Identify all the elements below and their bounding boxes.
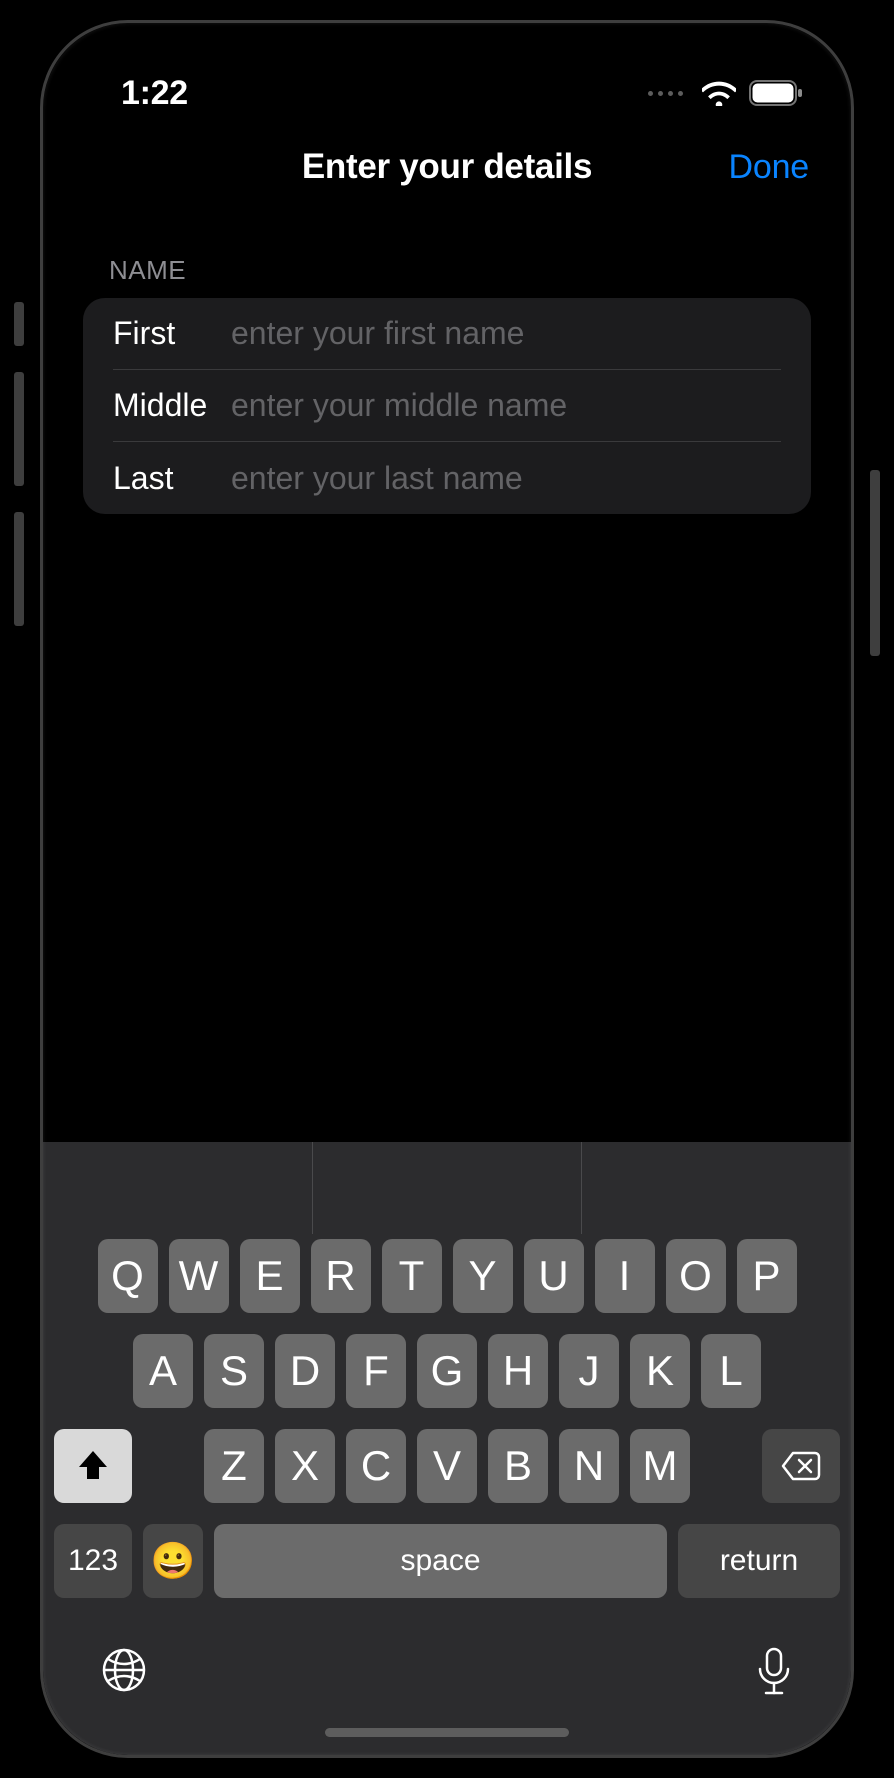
key-y[interactable]: Y bbox=[453, 1239, 513, 1313]
middle-name-input[interactable] bbox=[231, 387, 781, 424]
keyboard-row-1: QWERTYUIOP bbox=[48, 1239, 846, 1313]
cellular-dots-icon bbox=[648, 91, 683, 96]
phone-side-button-vol-up bbox=[14, 372, 24, 486]
key-n[interactable]: N bbox=[559, 1429, 619, 1503]
phone-side-button-silent bbox=[14, 302, 24, 346]
keyboard-row-2: ASDFGHJKL bbox=[48, 1334, 846, 1408]
emoji-key[interactable]: 😀 bbox=[143, 1524, 203, 1598]
shift-key[interactable] bbox=[54, 1429, 132, 1503]
key-a[interactable]: A bbox=[133, 1334, 193, 1408]
suggestion-slot-3[interactable] bbox=[582, 1142, 851, 1234]
wifi-icon bbox=[702, 81, 736, 106]
phone-side-button-vol-down bbox=[14, 512, 24, 626]
battery-icon bbox=[749, 80, 803, 106]
key-r[interactable]: R bbox=[311, 1239, 371, 1313]
section-header-name: NAME bbox=[109, 255, 851, 286]
emoji-icon: 😀 bbox=[151, 1540, 196, 1582]
key-e[interactable]: E bbox=[240, 1239, 300, 1313]
done-button[interactable]: Done bbox=[729, 148, 809, 187]
key-u[interactable]: U bbox=[524, 1239, 584, 1313]
page-title: Enter your details bbox=[302, 147, 592, 187]
return-key[interactable]: return bbox=[678, 1524, 840, 1598]
key-l[interactable]: L bbox=[701, 1334, 761, 1408]
last-name-label: Last bbox=[113, 460, 231, 497]
first-name-label: First bbox=[113, 315, 231, 352]
key-k[interactable]: K bbox=[630, 1334, 690, 1408]
key-m[interactable]: M bbox=[630, 1429, 690, 1503]
key-b[interactable]: B bbox=[488, 1429, 548, 1503]
key-j[interactable]: J bbox=[559, 1334, 619, 1408]
key-t[interactable]: T bbox=[382, 1239, 442, 1313]
key-s[interactable]: S bbox=[204, 1334, 264, 1408]
numbers-key[interactable]: 123 bbox=[54, 1524, 132, 1598]
key-c[interactable]: C bbox=[346, 1429, 406, 1503]
key-v[interactable]: V bbox=[417, 1429, 477, 1503]
backspace-key[interactable] bbox=[762, 1429, 840, 1503]
name-form-card: First Middle Last bbox=[83, 298, 811, 514]
middle-name-row: Middle bbox=[113, 370, 781, 442]
key-g[interactable]: G bbox=[417, 1334, 477, 1408]
keyboard-suggestion-bar bbox=[43, 1142, 851, 1234]
suggestion-slot-1[interactable] bbox=[43, 1142, 313, 1234]
key-z[interactable]: Z bbox=[204, 1429, 264, 1503]
suggestion-slot-2[interactable] bbox=[313, 1142, 583, 1234]
globe-icon[interactable] bbox=[101, 1647, 147, 1693]
middle-name-label: Middle bbox=[113, 387, 231, 424]
backspace-icon bbox=[781, 1451, 821, 1481]
key-d[interactable]: D bbox=[275, 1334, 335, 1408]
key-h[interactable]: H bbox=[488, 1334, 548, 1408]
home-indicator[interactable] bbox=[325, 1728, 569, 1737]
key-p[interactable]: P bbox=[737, 1239, 797, 1313]
software-keyboard: QWERTYUIOP ASDFGHJKL ZXCVBNM 123 bbox=[43, 1142, 851, 1755]
space-key[interactable]: space bbox=[214, 1524, 667, 1598]
phone-side-button-power bbox=[870, 470, 880, 656]
keyboard-row-3: ZXCVBNM bbox=[48, 1429, 846, 1503]
phone-frame: 1:22 Enter your details Done NAME First … bbox=[40, 20, 854, 1758]
key-i[interactable]: I bbox=[595, 1239, 655, 1313]
status-indicators bbox=[648, 80, 803, 106]
key-w[interactable]: W bbox=[169, 1239, 229, 1313]
shift-icon bbox=[76, 1449, 110, 1483]
dictation-mic-icon[interactable] bbox=[755, 1647, 793, 1697]
first-name-input[interactable] bbox=[231, 315, 781, 352]
last-name-row: Last bbox=[113, 442, 781, 514]
status-time: 1:22 bbox=[121, 74, 188, 113]
keyboard-row-bottom: 123 😀 space return bbox=[48, 1524, 846, 1598]
status-bar: 1:22 bbox=[43, 23, 851, 123]
navigation-bar: Enter your details Done bbox=[43, 123, 851, 211]
keyboard-footer bbox=[43, 1619, 851, 1697]
key-q[interactable]: Q bbox=[98, 1239, 158, 1313]
first-name-row: First bbox=[113, 298, 781, 370]
key-o[interactable]: O bbox=[666, 1239, 726, 1313]
key-f[interactable]: F bbox=[346, 1334, 406, 1408]
last-name-input[interactable] bbox=[231, 460, 781, 497]
key-x[interactable]: X bbox=[275, 1429, 335, 1503]
